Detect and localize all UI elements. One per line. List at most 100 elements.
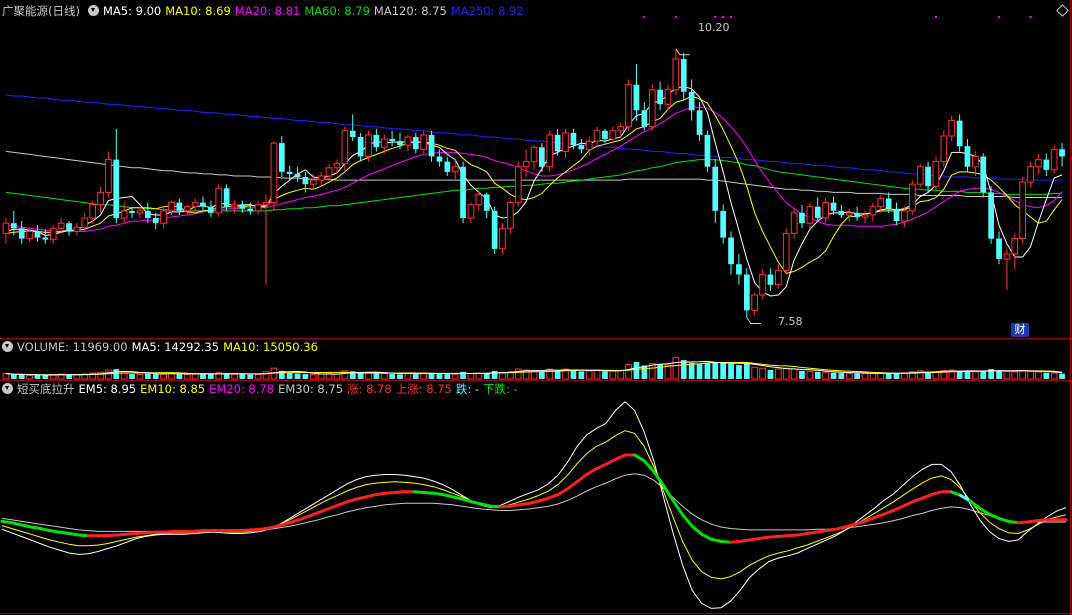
candle[interactable] [113, 128, 120, 224]
candle[interactable] [964, 139, 971, 172]
candle[interactable] [633, 64, 640, 121]
candle[interactable] [254, 200, 262, 215]
candle[interactable] [830, 196, 837, 216]
candle[interactable] [2, 218, 10, 244]
candle[interactable] [672, 48, 680, 95]
candle[interactable] [412, 132, 419, 154]
candle[interactable] [1027, 161, 1034, 188]
candle[interactable] [483, 192, 490, 218]
candle[interactable] [279, 136, 285, 177]
candle[interactable] [66, 221, 72, 236]
candle[interactable] [790, 207, 798, 239]
candlestick-series[interactable] [2, 48, 1065, 318]
candle[interactable] [916, 163, 924, 188]
candle[interactable] [925, 161, 931, 193]
candle[interactable] [444, 157, 451, 177]
candle[interactable] [845, 208, 853, 222]
candle[interactable] [956, 114, 963, 152]
candle[interactable] [507, 200, 514, 234]
candle[interactable] [854, 206, 860, 222]
candle[interactable] [546, 130, 554, 172]
candle[interactable] [539, 143, 545, 172]
candle[interactable] [578, 139, 585, 154]
candle[interactable] [704, 130, 711, 172]
candle[interactable] [782, 228, 790, 275]
candle[interactable] [806, 202, 814, 229]
candle[interactable] [176, 198, 183, 216]
candle[interactable] [183, 204, 191, 215]
candle[interactable] [97, 187, 104, 213]
candle[interactable] [49, 225, 57, 244]
candle[interactable] [728, 231, 734, 275]
candle[interactable] [948, 115, 956, 142]
candle[interactable] [593, 126, 601, 148]
volume-bars[interactable] [2, 356, 1065, 380]
candle[interactable] [341, 126, 349, 172]
candle[interactable] [215, 184, 223, 217]
candle[interactable] [105, 151, 112, 198]
volume-settings-icon[interactable] [2, 341, 13, 352]
candle[interactable] [294, 166, 301, 183]
candle[interactable] [333, 159, 341, 174]
candle[interactable] [1050, 145, 1058, 174]
indicator-settings-icon[interactable] [2, 383, 13, 394]
candle[interactable] [317, 171, 325, 187]
candle[interactable] [822, 197, 829, 224]
candle[interactable] [744, 268, 750, 318]
candle[interactable] [120, 202, 128, 224]
candle[interactable] [814, 197, 821, 222]
candle[interactable] [775, 264, 782, 289]
chart-canvas[interactable] [0, 0, 1072, 615]
candle[interactable] [310, 173, 317, 191]
candle[interactable] [302, 171, 309, 193]
candle[interactable] [460, 161, 466, 224]
candle[interactable] [420, 130, 427, 154]
candle[interactable] [357, 132, 364, 162]
candle[interactable] [522, 149, 530, 177]
candle[interactable] [18, 221, 25, 244]
candle[interactable] [530, 145, 538, 170]
candle[interactable] [869, 202, 877, 222]
candle[interactable] [73, 223, 81, 236]
candle[interactable] [467, 202, 475, 224]
candle[interactable] [657, 81, 663, 111]
candle[interactable] [648, 84, 656, 131]
candle[interactable] [885, 192, 892, 213]
candle[interactable] [1043, 153, 1050, 176]
candle[interactable] [688, 79, 695, 121]
candle[interactable] [609, 126, 617, 144]
candle[interactable] [893, 202, 900, 226]
candle[interactable] [759, 269, 766, 300]
candle[interactable] [349, 114, 356, 142]
candle[interactable] [980, 153, 987, 198]
candle[interactable] [861, 210, 869, 224]
candle[interactable] [767, 268, 774, 291]
candle[interactable] [680, 52, 687, 101]
candle[interactable] [736, 253, 742, 285]
candle[interactable] [373, 128, 380, 152]
candle[interactable] [208, 200, 214, 217]
candle[interactable] [562, 128, 569, 158]
candle[interactable] [26, 227, 33, 242]
financial-report-badge[interactable]: 财 [1011, 323, 1029, 337]
candle[interactable] [1019, 177, 1026, 244]
candle[interactable] [34, 225, 41, 242]
candle[interactable] [988, 186, 994, 244]
candle[interactable] [1059, 143, 1065, 167]
candle[interactable] [514, 161, 522, 207]
candle[interactable] [1011, 233, 1019, 270]
candle[interactable] [720, 204, 726, 244]
candle[interactable] [712, 159, 719, 224]
candle[interactable] [940, 130, 948, 167]
candle[interactable] [200, 196, 206, 211]
candle[interactable] [1003, 248, 1011, 290]
candle[interactable] [1035, 153, 1042, 174]
candle[interactable] [664, 84, 672, 111]
candle[interactable] [617, 122, 625, 137]
candle[interactable] [491, 206, 498, 254]
candle[interactable] [428, 130, 435, 162]
candle[interactable] [499, 223, 506, 254]
candle[interactable] [270, 141, 278, 211]
candle[interactable] [404, 134, 412, 152]
candle[interactable] [625, 79, 632, 131]
